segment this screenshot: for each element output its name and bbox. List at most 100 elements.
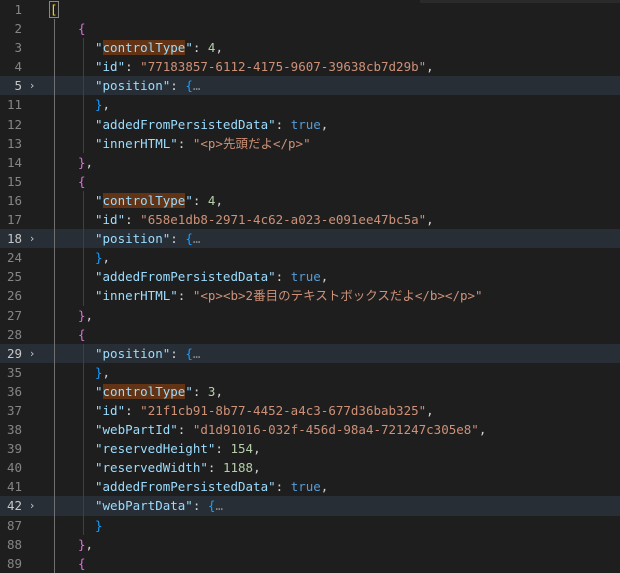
fold-chevron-icon[interactable]: › bbox=[26, 344, 38, 363]
line-number: 38 bbox=[6, 422, 22, 438]
indent-guide bbox=[83, 133, 84, 153]
code-text: }, bbox=[95, 248, 110, 267]
code-line[interactable]: 42 › "webPartData": {… bbox=[0, 496, 620, 516]
line-content: "addedFromPersistedData": true, bbox=[44, 477, 620, 497]
line-gutter: 42 › bbox=[0, 496, 44, 515]
code-token: , bbox=[253, 441, 261, 457]
code-token: "d1d91016-032f-456d-98a4-721247c305e8" bbox=[192, 422, 479, 438]
line-number: 3 bbox=[14, 40, 22, 56]
code-token: : bbox=[215, 441, 231, 457]
code-line[interactable]: 24}, bbox=[0, 248, 620, 268]
code-line[interactable]: 1[ bbox=[0, 0, 620, 19]
code-token: : bbox=[125, 59, 141, 75]
code-line[interactable]: 16 "controlType": 4, bbox=[0, 190, 620, 211]
fold-chevron-icon[interactable]: › bbox=[26, 229, 38, 248]
code-token: , bbox=[85, 154, 94, 170]
line-number: 12 bbox=[6, 116, 22, 132]
code-line[interactable]: 40 "reservedWidth": 1188, bbox=[0, 458, 620, 478]
code-token: : bbox=[275, 116, 291, 132]
line-number: 40 bbox=[6, 460, 22, 476]
line-content: }, bbox=[44, 305, 620, 325]
code-editor[interactable]: 1[2{3 "controlType": 4, 4 "id": "77183857-6… bbox=[0, 0, 620, 573]
code-line[interactable]: 12 "addedFromPersistedData": true, bbox=[0, 114, 620, 134]
code-text: { bbox=[78, 19, 86, 38]
line-content: "controlType": 3, bbox=[44, 381, 620, 401]
code-token: , bbox=[215, 192, 223, 208]
code-line[interactable]: 26 "innerHTML": "<p><b>2番目のテキストボックスだよ</b>… bbox=[0, 286, 620, 306]
fold-chevron-icon[interactable]: › bbox=[26, 76, 38, 95]
code-line[interactable]: 17 "id": "658e1db8-2971-4c62-a023-e091ee4… bbox=[0, 210, 620, 230]
code-line[interactable]: 13 "innerHTML": "<p>先頭だよ</p>" bbox=[0, 133, 620, 153]
indent-guide bbox=[83, 420, 84, 440]
code-token: : bbox=[275, 269, 291, 285]
code-text: "controlType": 4, bbox=[95, 38, 223, 57]
indent-guide bbox=[54, 362, 55, 382]
code-text: "addedFromPersistedData": true, bbox=[95, 267, 328, 286]
code-line[interactable]: 89 { bbox=[0, 553, 620, 573]
code-line[interactable]: 11}, bbox=[0, 95, 620, 115]
code-text: "webPartId": "d1d91016-032f-456d-98a4-72… bbox=[95, 420, 486, 439]
line-number: 24 bbox=[6, 250, 22, 266]
code-line[interactable]: 2{ bbox=[0, 19, 620, 39]
fold-chevron-icon[interactable]: › bbox=[26, 496, 38, 515]
indent-guide bbox=[83, 458, 84, 478]
code-token: , bbox=[85, 307, 94, 323]
code-line[interactable]: 87} bbox=[0, 515, 620, 535]
code-token: { bbox=[78, 21, 86, 37]
line-number: 16 bbox=[6, 192, 22, 208]
line-number: 41 bbox=[6, 479, 22, 495]
code-line[interactable]: 37 "id": "21f1cb91-8b77-4452-a4c3-677d36b… bbox=[0, 400, 620, 421]
code-line[interactable]: 4 "id": "77183857-6112-4175-9607-39638cb7… bbox=[0, 57, 620, 77]
code-line[interactable]: 27}, bbox=[0, 305, 620, 325]
line-content: }, bbox=[44, 248, 620, 268]
indent-guide bbox=[54, 248, 55, 268]
code-token: "addedFromPersistedData" bbox=[95, 479, 276, 495]
line-number: 37 bbox=[6, 402, 22, 418]
code-token: "webPartData" bbox=[95, 498, 193, 514]
line-number: 2 bbox=[14, 21, 22, 37]
indent-guide bbox=[54, 190, 55, 211]
indent-guide bbox=[54, 210, 55, 230]
indent-guide bbox=[83, 57, 84, 77]
code-token: : bbox=[192, 498, 208, 514]
code-line[interactable]: 36 "controlType": 3, bbox=[0, 381, 620, 401]
code-line[interactable]: 29 › "position": {… bbox=[0, 343, 620, 363]
code-token: : bbox=[170, 231, 186, 247]
code-token: : bbox=[170, 78, 186, 94]
indent-guide bbox=[83, 515, 84, 535]
code-line[interactable]: 3 "controlType": 4, bbox=[0, 38, 620, 58]
indent-guide bbox=[54, 38, 55, 58]
indent-guide bbox=[54, 57, 55, 77]
code-line[interactable]: 5 › "position": {… bbox=[0, 76, 620, 96]
code-line[interactable]: 25 "addedFromPersistedData": true, bbox=[0, 267, 620, 287]
line-content: "controlType": 4, bbox=[44, 38, 620, 58]
line-gutter: 13 bbox=[0, 134, 44, 153]
line-number: 88 bbox=[6, 536, 22, 552]
code-token: "21f1cb91-8b77-4452-a4c3-677d36bab325" bbox=[140, 402, 427, 418]
code-line[interactable]: 15 { bbox=[0, 171, 620, 191]
indent-guide bbox=[83, 95, 84, 115]
line-gutter: 17 bbox=[0, 210, 44, 229]
code-line[interactable]: 14}, bbox=[0, 152, 620, 172]
code-line[interactable]: 39 "reservedHeight": 154, bbox=[0, 439, 620, 459]
line-gutter: 24 bbox=[0, 248, 44, 267]
line-content: "reservedWidth": 1188, bbox=[44, 458, 620, 478]
code-text: } bbox=[95, 516, 103, 535]
code-text: }, bbox=[95, 95, 110, 114]
code-line[interactable]: 28 { bbox=[0, 324, 620, 344]
line-content: }, bbox=[44, 95, 620, 115]
code-line[interactable]: 38 "webPartId": "d1d91016-032f-456d-98a4-… bbox=[0, 420, 620, 440]
indent-guide bbox=[83, 114, 84, 134]
code-text: [ bbox=[49, 0, 59, 19]
line-number: 14 bbox=[6, 154, 22, 170]
code-line[interactable]: 18 › "position": {… bbox=[0, 229, 620, 249]
code-token: … bbox=[192, 78, 201, 94]
code-line[interactable]: 41 "addedFromPersistedData": true, bbox=[0, 477, 620, 497]
code-line[interactable]: 35}, bbox=[0, 362, 620, 382]
line-content: "id": "21f1cb91-8b77-4452-a4c3-677d36bab… bbox=[44, 400, 620, 421]
code-token: : bbox=[192, 40, 208, 56]
line-content: { bbox=[44, 324, 620, 344]
code-line[interactable]: 88}, bbox=[0, 534, 620, 554]
line-gutter: 4 bbox=[0, 57, 44, 76]
code-token: " bbox=[185, 192, 193, 208]
